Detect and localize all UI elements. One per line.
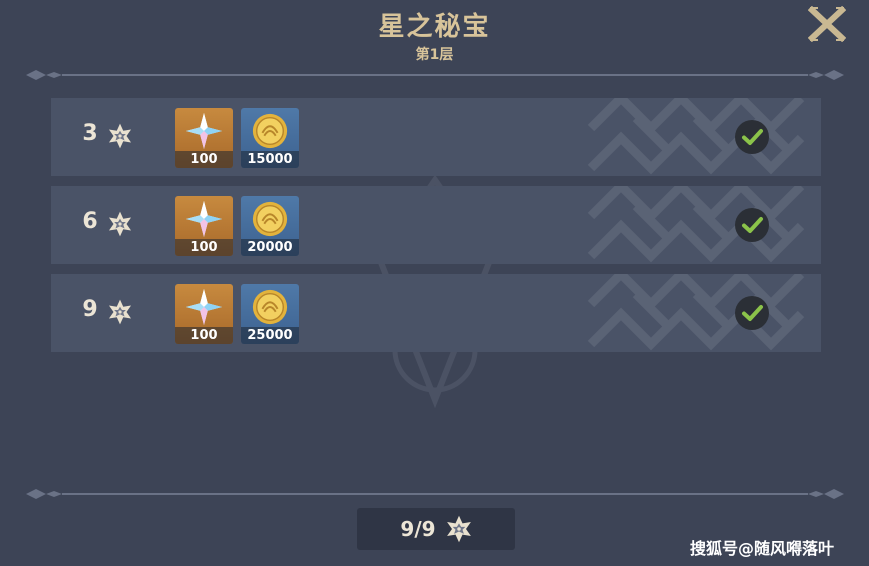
abyss-star-icon — [107, 299, 133, 325]
abyss-star-icon — [107, 123, 133, 149]
star-requirement: 6 — [82, 209, 98, 234]
primogem-icon — [185, 112, 223, 150]
row-background-pattern — [581, 98, 821, 176]
checkmark-icon — [734, 119, 770, 155]
page-title: 星之秘宝 — [378, 12, 491, 42]
item-quantity: 100 — [175, 327, 233, 344]
reward-item-mora[interactable]: 15000 — [241, 108, 299, 168]
bottom-divider — [22, 488, 848, 500]
top-divider — [22, 69, 848, 81]
star-progress-count: 9/9 — [400, 517, 436, 541]
reward-item-primogem[interactable]: 100 — [175, 196, 233, 256]
reward-item-primogem[interactable]: 100 — [175, 284, 233, 344]
primogem-icon — [185, 200, 223, 238]
star-requirement: 9 — [82, 297, 98, 322]
reward-row: 9 100 25000 — [51, 274, 821, 352]
item-quantity: 25000 — [241, 327, 299, 344]
item-quantity: 20000 — [241, 239, 299, 256]
star-requirement: 3 — [82, 121, 98, 146]
abyss-star-icon — [445, 515, 473, 543]
close-x-icon[interactable] — [808, 6, 846, 42]
item-quantity: 15000 — [241, 151, 299, 168]
reward-item-mora[interactable]: 20000 — [241, 196, 299, 256]
item-quantity: 100 — [175, 239, 233, 256]
mora-coin-icon — [251, 112, 289, 150]
reward-item-primogem[interactable]: 100 — [175, 108, 233, 168]
reward-item-mora[interactable]: 25000 — [241, 284, 299, 344]
reward-row: 3 100 15000 — [51, 98, 821, 176]
row-background-pattern — [581, 274, 821, 352]
row-background-pattern — [581, 186, 821, 264]
checkmark-icon — [734, 295, 770, 331]
watermark: 搜狐号@随风嘚落叶 — [690, 539, 835, 558]
mora-coin-icon — [251, 200, 289, 238]
floor-subtitle: 第1层 — [415, 47, 454, 63]
mora-coin-icon — [251, 288, 289, 326]
checkmark-icon — [734, 207, 770, 243]
primogem-icon — [185, 288, 223, 326]
reward-row: 6 100 20000 — [51, 186, 821, 264]
item-quantity: 100 — [175, 151, 233, 168]
star-progress: 9/9 — [357, 508, 515, 550]
abyss-star-icon — [107, 211, 133, 237]
